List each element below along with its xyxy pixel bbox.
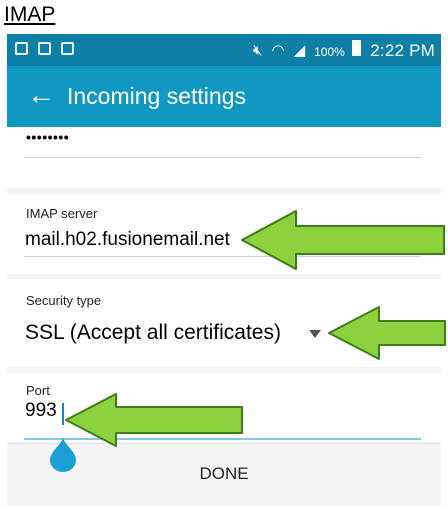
password-input[interactable]: •••••••• xyxy=(26,129,69,145)
arrow-annotation-security-type xyxy=(328,306,446,360)
dropdown-triangle-icon[interactable] xyxy=(309,330,321,338)
password-row: •••••••• xyxy=(7,127,441,188)
system-indicators: 🔇︎ ◠ ◢ 100% 2:22 PM xyxy=(253,40,435,61)
gallery-notification-icon xyxy=(15,42,28,55)
status-bar: 🔇︎ ◠ ◢ 100% 2:22 PM xyxy=(7,34,441,66)
notification-icons xyxy=(15,42,74,55)
battery-icon xyxy=(352,40,362,56)
clock: 2:22 PM xyxy=(370,40,435,60)
arrow-annotation-imap-server xyxy=(241,210,445,270)
battery-indicator: 100% xyxy=(314,40,362,61)
port-input[interactable]: 993 xyxy=(25,400,57,422)
imap-server-label: IMAP server xyxy=(26,206,98,221)
security-type-select[interactable]: SSL (Accept all certificates) xyxy=(25,321,281,345)
voicemail-notification-icon xyxy=(38,42,51,55)
app-bar: ← Incoming settings xyxy=(7,66,441,127)
page-title: Incoming settings xyxy=(67,83,246,109)
back-arrow-icon[interactable]: ← xyxy=(27,80,55,110)
password-underline xyxy=(24,157,421,158)
wifi-icon: ◠ xyxy=(271,41,285,59)
port-label: Port xyxy=(26,383,50,398)
signal-icon: ◢ xyxy=(293,41,306,59)
page-caption: IMAP xyxy=(4,3,56,26)
arrow-annotation-port xyxy=(65,393,243,447)
imap-server-input[interactable]: mail.h02.fusionemail.net xyxy=(25,229,230,251)
security-type-label: Security type xyxy=(26,293,102,308)
mute-icon: 🔇︎ xyxy=(253,41,263,59)
screenshot-notification-icon xyxy=(61,42,74,55)
battery-percent: 100% xyxy=(314,45,345,59)
